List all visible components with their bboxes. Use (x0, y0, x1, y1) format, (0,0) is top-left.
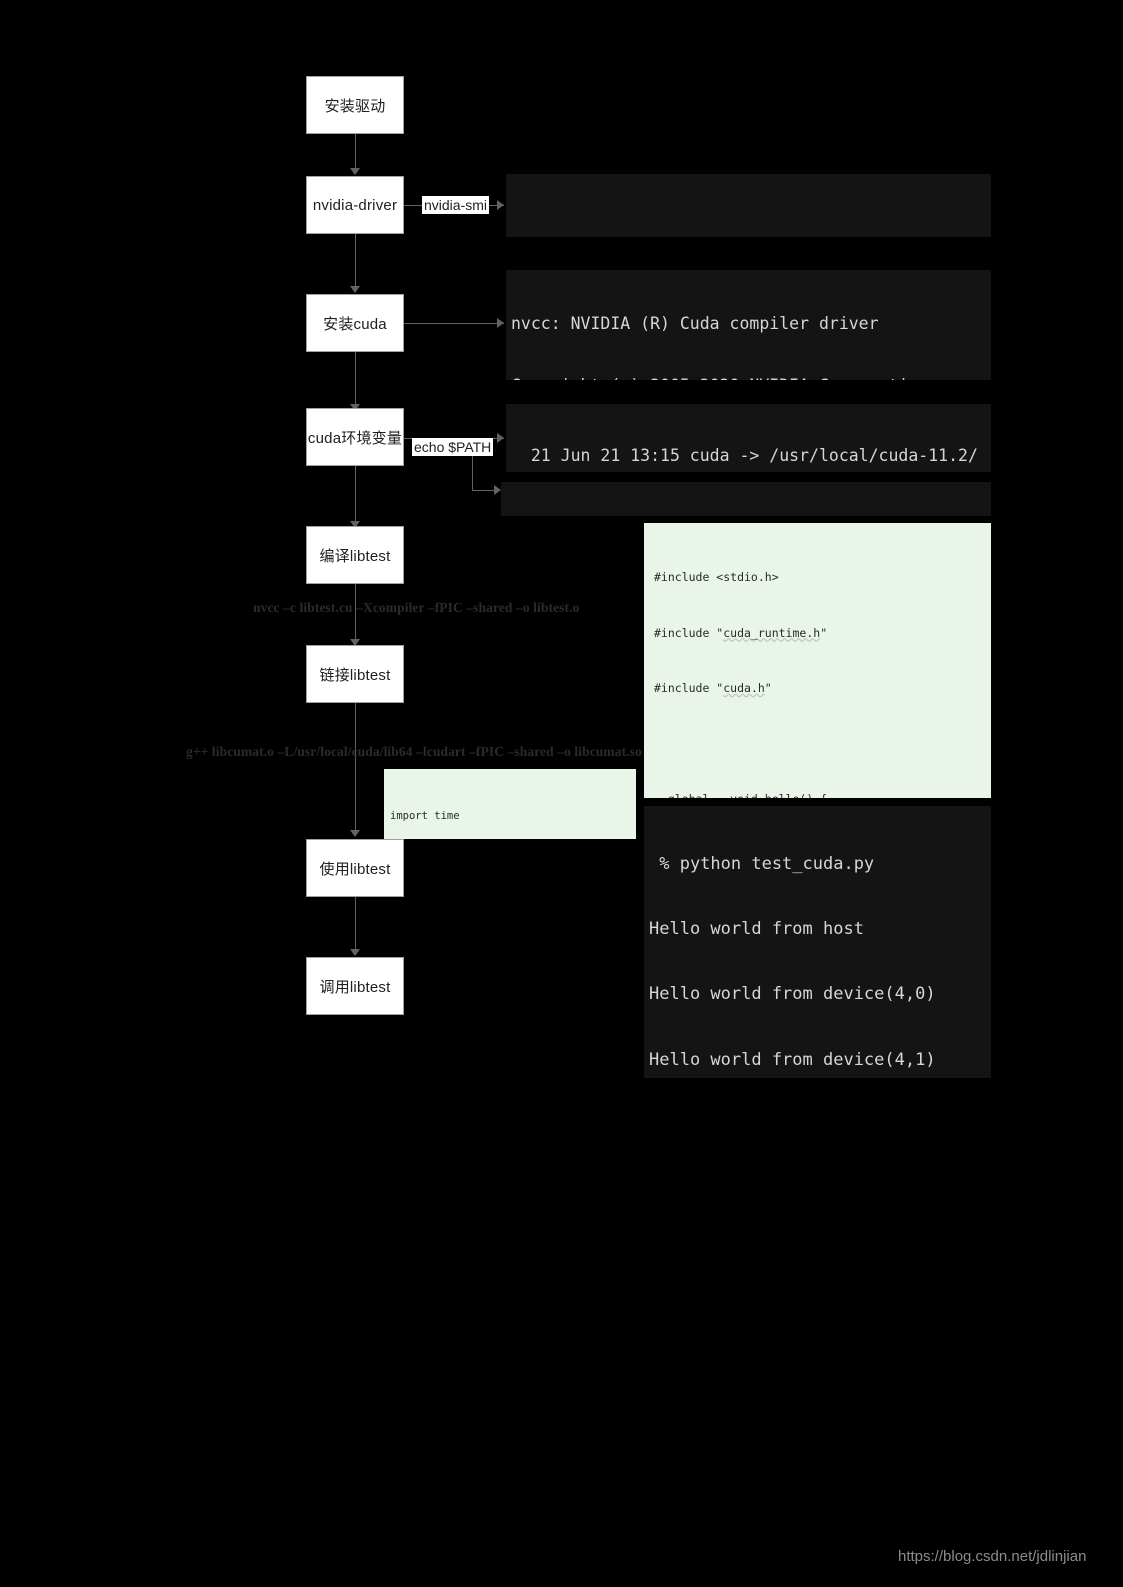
code-line: #include <stdio.h> (654, 570, 779, 584)
code-line: __global__ void hello() { (654, 790, 981, 798)
terminal-python-run: % python test_cuda.py Hello world from h… (644, 806, 991, 1078)
connector-driver-to-nvidiadriver (355, 134, 356, 172)
code-line: #include "cuda.h" (654, 679, 981, 698)
diagram-canvas: 安装驱动 nvidia-driver 安装cuda cuda环境变量 编译lib… (0, 0, 1123, 1587)
connector-installcuda-to-nvcc (404, 323, 504, 324)
connector-cudaenv-to-compile (355, 466, 356, 524)
flow-node-label: 调用libtest (319, 978, 391, 996)
arrow-link-to-use (350, 830, 360, 837)
arrow-installcuda-to-nvcc (497, 318, 504, 328)
flow-node-call-libtest[interactable]: 调用libtest (306, 957, 404, 1015)
flow-node-cuda-env[interactable]: cuda环境变量 (306, 408, 404, 466)
flow-node-label: 链接libtest (319, 666, 391, 684)
flow-node-nvidia-driver[interactable]: nvidia-driver (306, 176, 404, 234)
flow-node-label: cuda环境变量 (307, 429, 403, 447)
dim-command-gpp-link: g++ libcumat.o –L/usr/local/cuda/lib64 –… (186, 744, 642, 759)
arrow-nvidiadriver-to-installcuda (350, 286, 360, 293)
terminal-line: 21 Jun 21 13:15 cuda -> /usr/local/cuda-… (511, 445, 978, 465)
connector-use-to-call (355, 897, 356, 952)
flow-node-install-cuda[interactable]: 安装cuda (306, 294, 404, 352)
terminal-nvcc-version: nvcc: NVIDIA (R) Cuda compiler driver Co… (506, 270, 991, 380)
terminal-ls-cuda: 21 Jun 21 13:15 cuda -> /usr/local/cuda-… (506, 404, 991, 472)
dim-command-nvcc-compile: nvcc –c libtest.cu –Xcompiler –fPIC –sha… (253, 600, 580, 615)
flow-node-install-driver[interactable]: 安装驱动 (306, 76, 404, 134)
terminal-cuda-version: CUDA Version: 11.2 (506, 174, 991, 237)
code-line: #include "cuda_runtime.h" (654, 624, 981, 643)
flow-node-label: 使用libtest (319, 860, 391, 878)
arrow-cudaenv-to-ls (497, 433, 504, 443)
connector-echopath-down (472, 455, 473, 490)
arrow-use-to-call (350, 949, 360, 956)
code-fragment: " (764, 681, 772, 695)
flow-node-use-libtest[interactable]: 使用libtest (306, 839, 404, 897)
code-fragment-header: cuda.h (723, 681, 765, 695)
terminal-line: Hello world from device(4,1) (649, 1049, 936, 1070)
terminal-prompt-line: % python test_cuda.py (649, 853, 875, 874)
flow-node-label: 编译libtest (319, 547, 391, 565)
arrow-driver-to-nvidiadriver (350, 168, 360, 175)
flow-node-compile-libtest[interactable]: 编译libtest (306, 526, 404, 584)
watermark-url: https://blog.csdn.net/jdlinjian (898, 1548, 1087, 1565)
terminal-echo-path: /condabin:/usr/local/cuda/bin:/usr/ (501, 482, 991, 516)
code-fragment: #include " (654, 625, 724, 640)
connector-nvidiadriver-to-installcuda (355, 234, 356, 290)
code-fragment: #include " (654, 681, 724, 695)
terminal-line: nvcc: NVIDIA (R) Cuda compiler driver (511, 313, 879, 333)
code-block-python-source: import time from ctypes import cdll matc… (384, 769, 636, 839)
terminal-line: Hello world from host (649, 918, 864, 939)
terminal-line: Hello world from device(4,0) (649, 984, 936, 1005)
code-fragment-header: cuda_runtime.h (723, 625, 821, 640)
connector-link-to-use (355, 703, 356, 833)
connector-installcuda-to-cudaenv (355, 352, 356, 408)
flow-node-label: 安装cuda (323, 315, 387, 333)
edge-label-echo-path: echo $PATH (412, 438, 494, 456)
code-fragment: " (820, 625, 828, 640)
flow-node-link-libtest[interactable]: 链接libtest (306, 645, 404, 703)
flow-node-label: 安装驱动 (324, 97, 386, 115)
terminal-line: Copyright (c) 2005-2020 NVIDIA Corporati… (511, 376, 991, 380)
code-block-cuda-source: #include <stdio.h> #include "cuda_runtim… (644, 523, 991, 798)
flow-node-label: nvidia-driver (312, 196, 398, 214)
code-line: import time (390, 810, 460, 822)
edge-label-nvidia-smi: nvidia-smi (422, 196, 490, 214)
arrow-echopath-to-path (494, 485, 501, 495)
arrow-smi-to-cudaversion (497, 200, 504, 210)
